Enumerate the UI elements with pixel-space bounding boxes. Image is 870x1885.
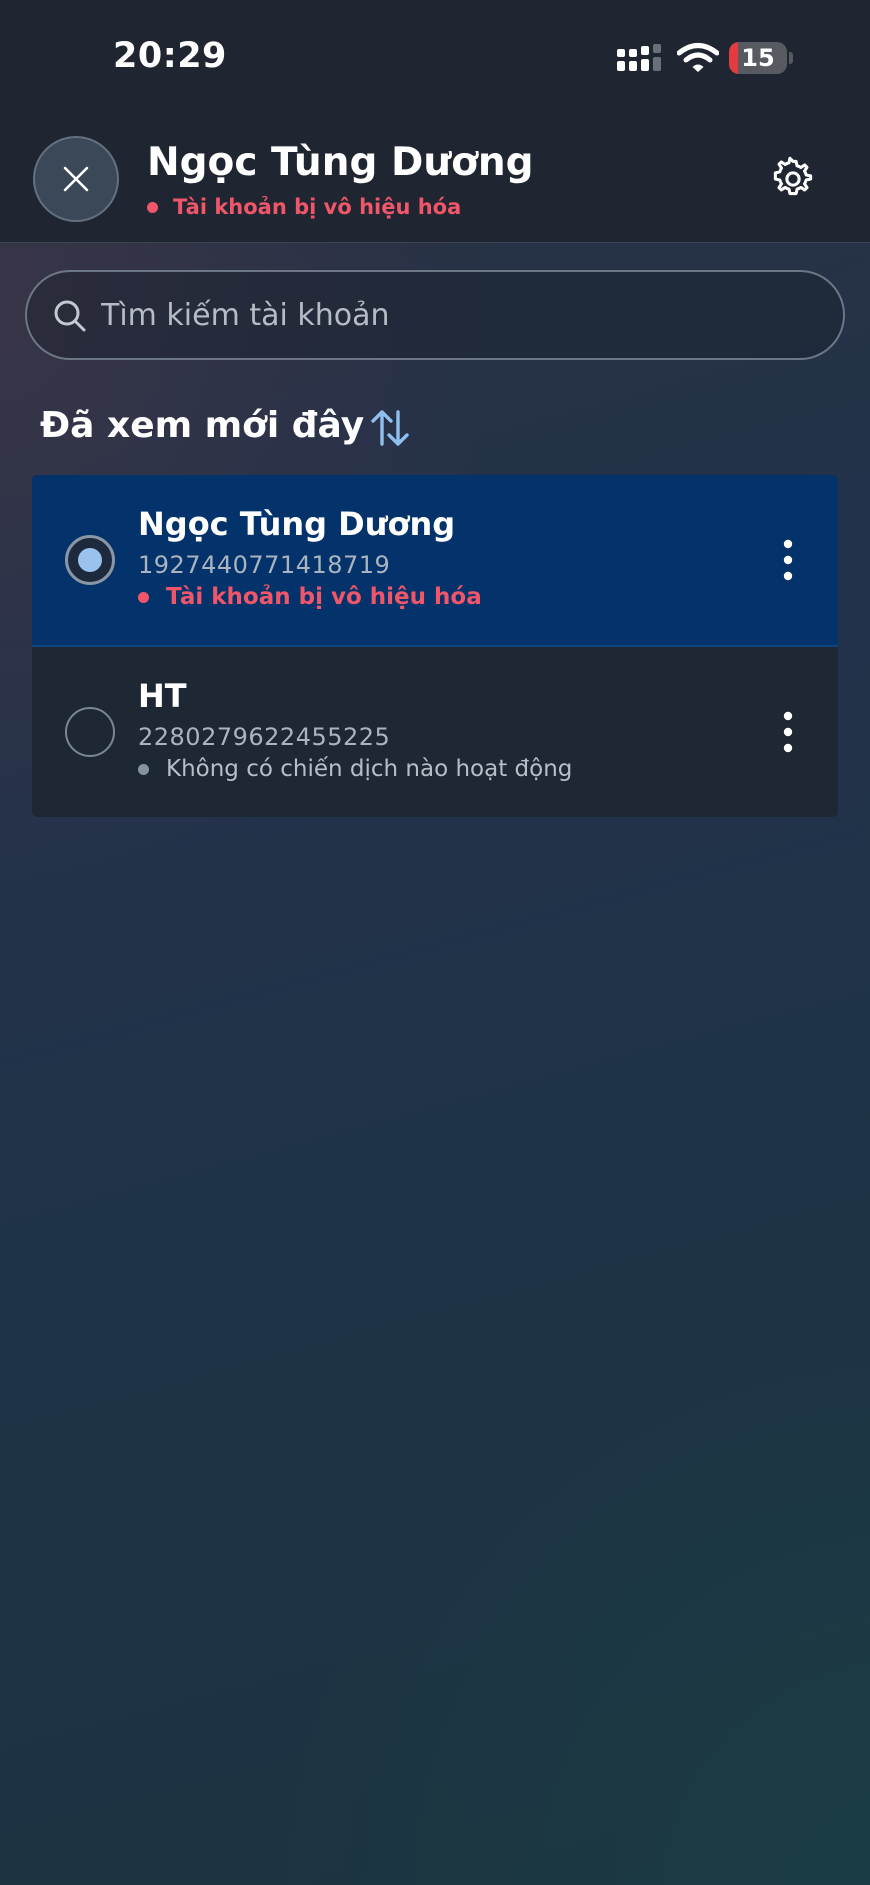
more-options-button[interactable] [766, 707, 810, 757]
more-vertical-icon [783, 711, 793, 753]
account-id: 2280279622455225 [138, 723, 391, 751]
more-vertical-icon [783, 539, 793, 581]
page-title: Ngọc Tùng Dương [147, 140, 534, 185]
gear-icon [773, 156, 813, 196]
account-status: Tài khoản bị vô hiệu hóa [147, 193, 461, 221]
status-dot [147, 201, 158, 213]
status-bar: 20:29 15 [0, 0, 870, 120]
signal-icon [617, 44, 661, 71]
battery-icon: 15 [729, 42, 793, 74]
account-row-selected[interactable]: Ngọc Tùng Dương 1927440771418719 Tài kho… [32, 475, 838, 647]
section-title: Đã xem mới đây [40, 405, 365, 446]
search-input[interactable] [101, 272, 801, 358]
close-icon [63, 166, 89, 192]
close-button[interactable] [33, 136, 119, 222]
account-status: Không có chiến dịch nào hoạt động [138, 755, 572, 783]
settings-button[interactable] [770, 156, 816, 202]
status-dot [138, 763, 149, 775]
account-status: Tài khoản bị vô hiệu hóa [138, 583, 482, 611]
search-box[interactable] [25, 270, 845, 360]
wifi-icon [677, 43, 719, 72]
account-name: HT [138, 677, 187, 715]
radio-selected-dot [78, 548, 102, 572]
account-row[interactable]: HT 2280279622455225 Không có chiến dịch … [32, 647, 838, 817]
account-list: Ngọc Tùng Dương 1927440771418719 Tài kho… [32, 475, 838, 817]
header: Ngọc Tùng Dương Tài khoản bị vô hiệu hóa [0, 120, 870, 243]
status-time: 20:29 [113, 36, 227, 76]
status-dot [138, 591, 149, 603]
search-icon [54, 300, 86, 332]
account-status-text: Không có chiến dịch nào hoạt động [166, 756, 573, 782]
radio-unselected[interactable] [65, 707, 115, 757]
account-status-text: Tài khoản bị vô hiệu hóa [173, 195, 462, 219]
account-name: Ngọc Tùng Dương [138, 505, 456, 543]
account-id: 1927440771418719 [138, 551, 391, 579]
radio-selected[interactable] [65, 535, 115, 585]
account-status-text: Tài khoản bị vô hiệu hóa [166, 584, 482, 610]
battery-level: 15 [741, 44, 775, 72]
sort-arrows-icon[interactable] [368, 406, 412, 450]
more-options-button[interactable] [766, 535, 810, 585]
